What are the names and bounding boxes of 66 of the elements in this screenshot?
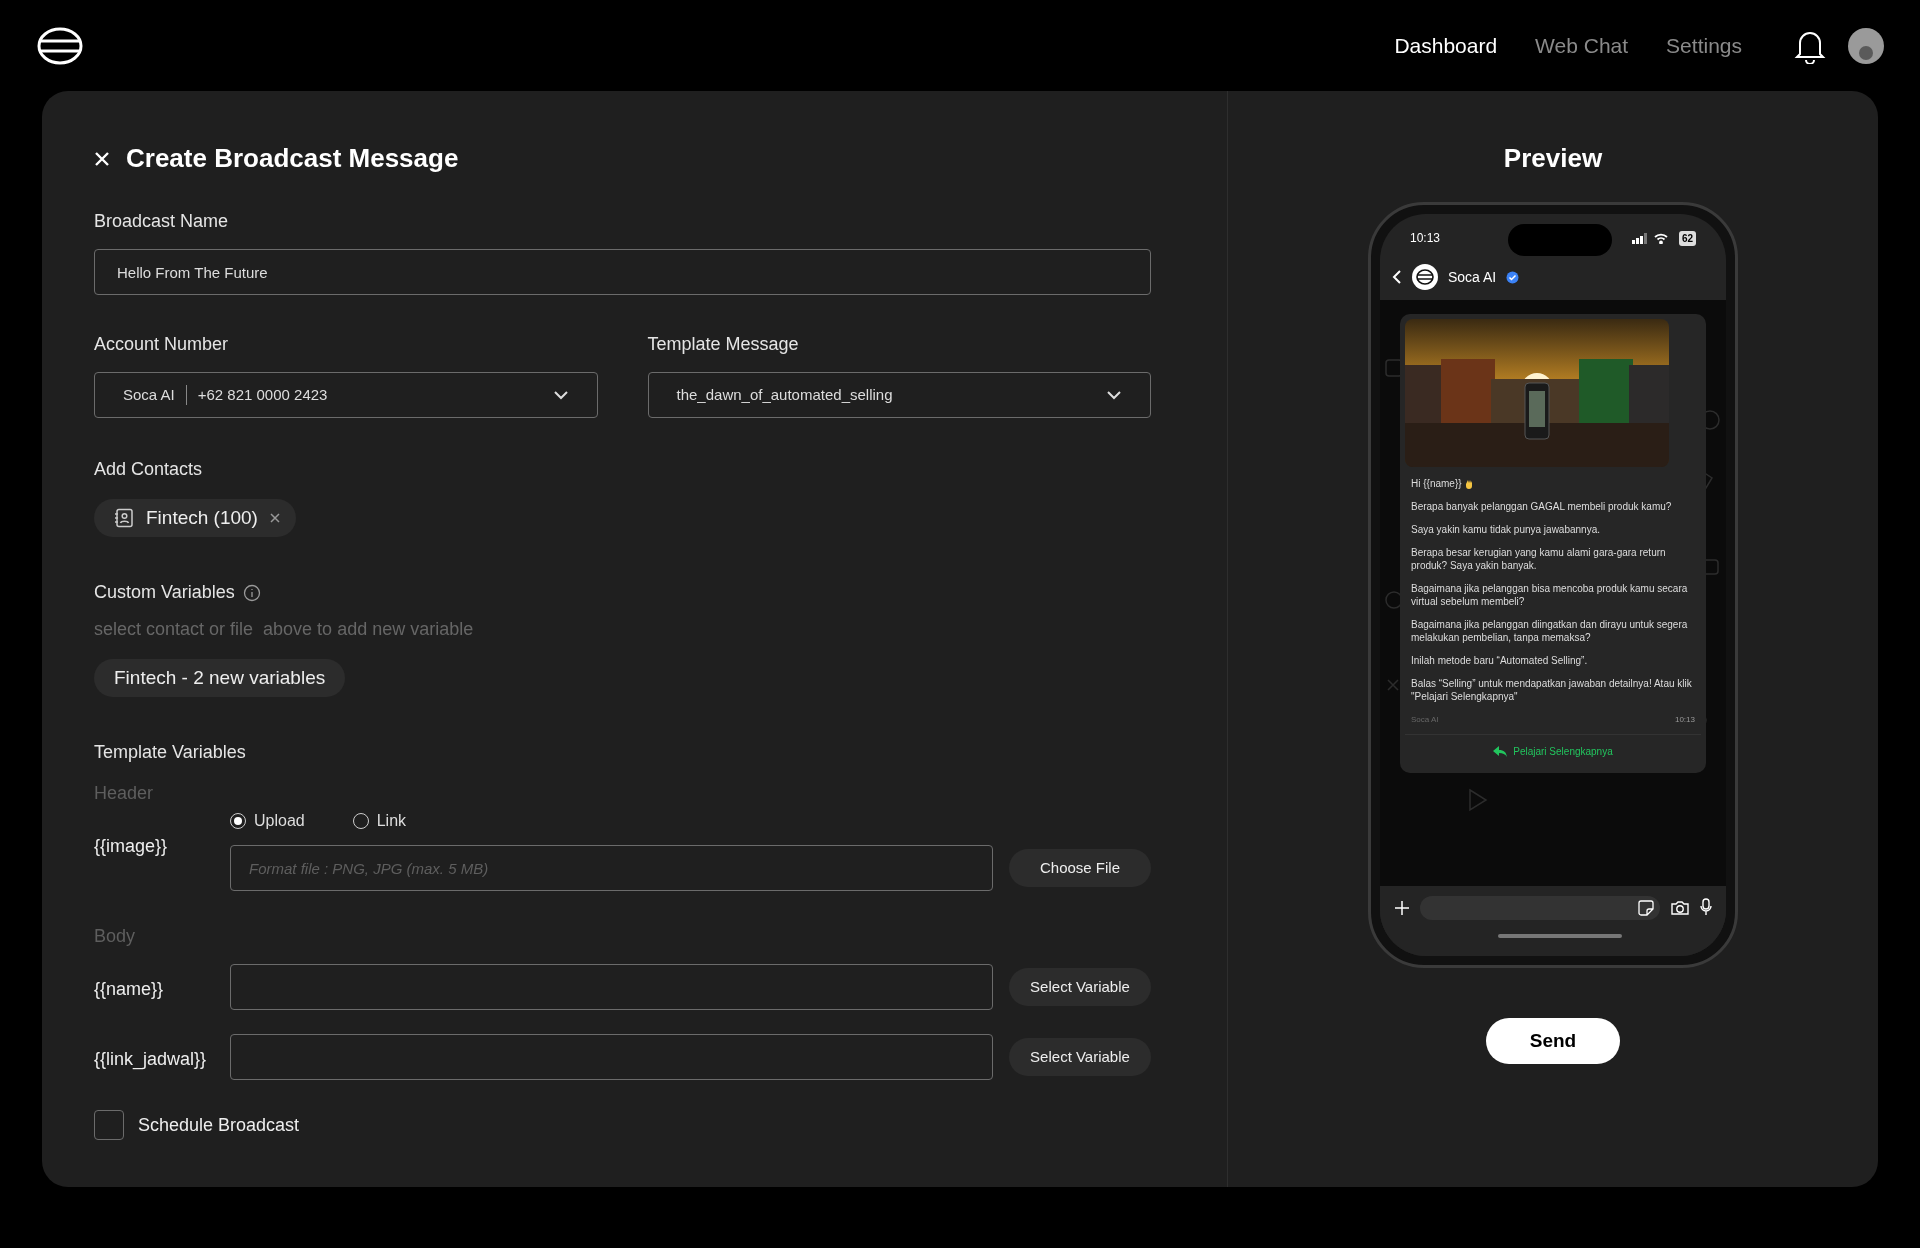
sticker-icon[interactable] <box>1638 900 1654 916</box>
chevron-down-icon <box>1106 390 1122 400</box>
variable-name: {{image}} <box>94 835 169 858</box>
battery-level: 62 <box>1678 230 1696 246</box>
message-text: Saya yakin kamu tidak punya jawabannya. <box>1411 523 1601 536</box>
section-heading: Body <box>94 925 137 948</box>
reply-button[interactable]: Pelajari Selengkapnya <box>1405 734 1701 768</box>
field-label: Template Message <box>647 333 800 356</box>
contact-book-icon <box>114 508 134 528</box>
wifi-icon <box>1653 232 1668 244</box>
waving-hand-icon <box>1463 478 1474 489</box>
camera-icon[interactable] <box>1670 900 1690 916</box>
message-time: 10:13 <box>1674 714 1695 726</box>
microphone-icon[interactable] <box>1700 898 1712 916</box>
choose-file-button[interactable]: Choose File <box>1009 849 1151 887</box>
contact-avatar <box>1412 264 1438 290</box>
close-icon[interactable] <box>94 150 110 167</box>
logo-icon[interactable] <box>36 25 84 66</box>
signal-icon <box>1631 232 1648 244</box>
variable-name: {{name}} <box>94 978 165 1001</box>
account-select[interactable]: Soca AI +62 821 0000 2423 <box>94 372 598 418</box>
message-text: Berapa besar kerugian yang kamu alami gara-gara return produk? Saya yakin banyak. <box>1411 546 1667 572</box>
send-button[interactable]: Send <box>1486 1018 1620 1064</box>
message-text: Bagaimana jika pelanggan diingatkan dan dirayu untuk segera melakukan pembelian, tanpa memaksa? <box>1411 618 1689 644</box>
status-time: 10:13 <box>1410 230 1441 247</box>
text-input[interactable] <box>230 964 993 1010</box>
back-icon[interactable] <box>1392 269 1402 285</box>
field-label: Add Contacts <box>94 458 204 481</box>
message-text: Bagaimana jika pelanggan bisa mencoba produk kamu secara virtual sebelum membeli? <box>1411 582 1689 608</box>
file-input[interactable]: Format file : PNG, JPG (max. 5 MB) <box>230 845 993 891</box>
field-label: Broadcast Name <box>94 210 230 233</box>
chevron-down-icon <box>552 390 569 400</box>
message-text: Balas “Selling” untuk mendapatkan jawaban detailnya! Atau klik "Pelajari Selengkapnya" <box>1411 677 1693 703</box>
preview-title: Preview <box>1503 142 1603 175</box>
text-input[interactable]: Hello From The Future <box>94 249 1151 295</box>
checkbox-label: Schedule Broadcast <box>138 1113 300 1137</box>
contact-name: Soca AI <box>1448 267 1497 287</box>
hint-text: select contact or file above to add new variable <box>94 618 475 641</box>
page-title: Create Broadcast Message <box>126 142 459 175</box>
message-text: Hi {{name}} <box>1411 477 1462 490</box>
message-text: Berapa banyak pelanggan GAGAL membeli produk kamu? <box>1411 500 1673 513</box>
variable-name: {{link_jadwal}} <box>94 1048 208 1072</box>
template-select[interactable]: the_dawn_of_automated_selling <box>647 372 1151 418</box>
nav-link[interactable]: Web Chat <box>1535 29 1629 62</box>
select-variable-button[interactable]: Select Variable <box>1009 968 1151 1006</box>
field-label: Template Variables <box>94 741 247 764</box>
text-input[interactable] <box>230 1034 993 1080</box>
message-input[interactable] <box>1420 896 1660 920</box>
radio-option[interactable]: Upload <box>230 809 305 833</box>
radio-option[interactable]: Link <box>352 809 407 833</box>
info-icon[interactable] <box>242 583 261 602</box>
plus-icon[interactable] <box>1394 900 1410 916</box>
contact-chip[interactable]: Fintech (100) <box>94 499 296 537</box>
remove-icon[interactable] <box>269 513 280 523</box>
variable-chip[interactable]: Fintech - 2 new variables <box>94 659 346 697</box>
section-heading: Header <box>94 782 155 805</box>
nav-link[interactable]: Dashboard <box>1394 29 1498 62</box>
verified-icon <box>1506 270 1520 284</box>
field-label: Custom Variables <box>94 581 235 604</box>
reply-icon <box>1493 746 1508 757</box>
checkbox[interactable] <box>94 1110 124 1140</box>
message-text: Inilah metode baru “Automated Selling”. <box>1411 654 1589 667</box>
select-variable-button[interactable]: Select Variable <box>1009 1038 1151 1076</box>
field-label: Account Number <box>94 333 230 356</box>
nav-link[interactable]: Settings <box>1666 29 1742 62</box>
avatar[interactable] <box>1848 27 1884 64</box>
